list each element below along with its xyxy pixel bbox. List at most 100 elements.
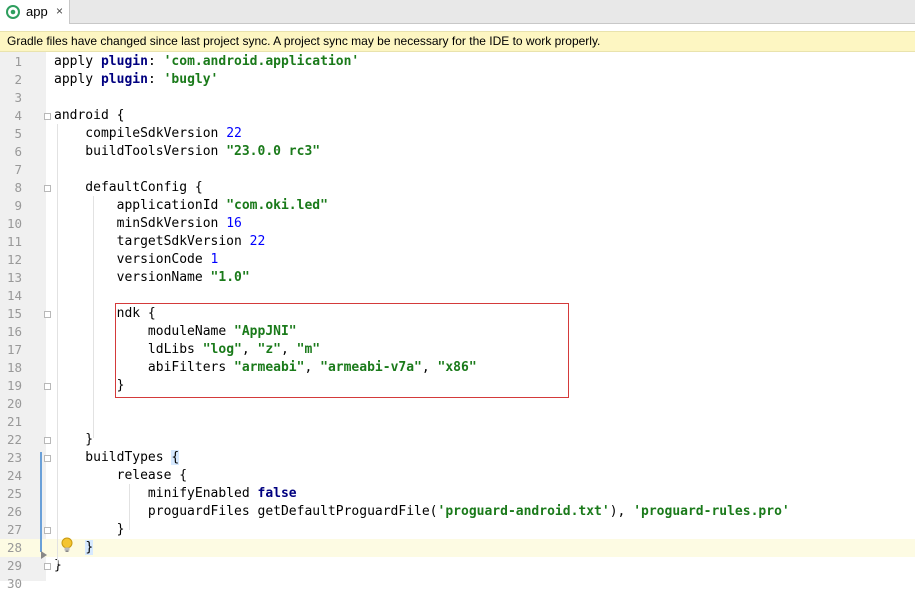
highlight-box (115, 303, 569, 398)
fold-marker-icon[interactable] (44, 527, 51, 534)
token-pre: buildTypes (54, 450, 172, 465)
token-pre: proguardFiles getDefaultProguardFile( (54, 504, 438, 519)
code-text: versionName "1.0" (54, 269, 250, 287)
code-text: minifyEnabled false (54, 485, 297, 503)
code-text: compileSdkVersion 22 (54, 125, 242, 143)
code-line[interactable]: 30 (0, 575, 915, 593)
fold-marker-icon[interactable] (44, 185, 51, 192)
code-text: versionCode 1 (54, 251, 219, 269)
code-line[interactable]: 27 } (0, 521, 915, 539)
tab-app[interactable]: app × (0, 0, 70, 24)
token-num: 16 (226, 216, 242, 231)
code-line[interactable]: 24 release { (0, 467, 915, 485)
token-str: "com.oki.led" (226, 198, 328, 213)
line-number: 9 (14, 198, 22, 213)
code-line[interactable]: 9 applicationId "com.oki.led" (0, 197, 915, 215)
token-num: 22 (226, 126, 242, 141)
line-number: 12 (6, 252, 22, 267)
token-str: 'bugly' (163, 72, 219, 87)
code-line[interactable]: 23 buildTypes { (0, 449, 915, 467)
close-icon[interactable]: × (56, 4, 63, 18)
code-line[interactable]: 10 minSdkVersion 16 (0, 215, 915, 233)
code-text: apply plugin: 'com.android.application' (54, 53, 359, 71)
line-number: 4 (14, 108, 22, 123)
line-number: 3 (14, 90, 22, 105)
token-pre: android { (54, 108, 125, 123)
code-line[interactable]: 5 compileSdkVersion 22 (0, 125, 915, 143)
fold-marker-icon[interactable] (44, 113, 51, 120)
code-text: buildToolsVersion "23.0.0 rc3" (54, 143, 320, 161)
line-number: 20 (6, 396, 22, 411)
code-text: defaultConfig { (54, 179, 203, 197)
code-text: android { (54, 107, 124, 125)
line-number: 26 (6, 504, 22, 519)
token-mid: : (147, 72, 164, 87)
code-line[interactable]: 29} (0, 557, 915, 575)
line-number: 19 (6, 378, 22, 393)
lightbulb-icon[interactable] (61, 537, 73, 553)
line-number: 25 (6, 486, 22, 501)
token-pre: compileSdkVersion (54, 126, 227, 141)
token-kw: plugin (100, 54, 148, 69)
code-line[interactable]: 13 versionName "1.0" (0, 269, 915, 287)
line-number: 18 (6, 360, 22, 375)
line-number: 1 (14, 54, 22, 69)
line-number: 11 (6, 234, 22, 249)
token-str2: 'proguard-rules.pro' (633, 504, 790, 519)
token-pre: } (54, 378, 125, 393)
sync-notification-banner: Gradle files have changed since last pro… (0, 31, 915, 52)
token-pre: targetSdkVersion (54, 234, 250, 249)
gradle-module-icon (6, 5, 20, 19)
indent-guide (93, 196, 94, 438)
token-pre: minifyEnabled (54, 486, 258, 501)
indent-guide (129, 484, 130, 530)
line-number: 15 (6, 306, 22, 321)
token-brace: { (171, 450, 180, 465)
fold-marker-icon[interactable] (44, 563, 51, 570)
token-pre: } (54, 522, 125, 537)
fold-marker-icon[interactable] (44, 311, 51, 318)
code-text: buildTypes { (54, 449, 180, 467)
token-str: "1.0" (210, 270, 250, 285)
line-number: 14 (6, 288, 22, 303)
token-str: "23.0.0 rc3" (226, 144, 321, 159)
fold-marker-icon[interactable] (44, 437, 51, 444)
line-number: 13 (6, 270, 22, 285)
code-line[interactable]: 8 defaultConfig { (0, 179, 915, 197)
line-number: 22 (6, 432, 22, 447)
token-pre: apply (54, 72, 101, 87)
code-line[interactable]: 28 } (0, 539, 915, 557)
token-pre: defaultConfig { (54, 180, 203, 195)
code-line[interactable]: 22 } (0, 431, 915, 449)
token-post1: ), (609, 504, 634, 519)
code-text: } (54, 377, 125, 395)
code-line[interactable]: 26 proguardFiles getDefaultProguardFile(… (0, 503, 915, 521)
code-line[interactable]: 3 (0, 89, 915, 107)
line-number: 10 (6, 216, 22, 231)
token-pre: versionCode (54, 252, 211, 267)
code-text: minSdkVersion 16 (54, 215, 242, 233)
line-number: 17 (6, 342, 22, 357)
line-number: 28 (6, 540, 22, 555)
line-number: 23 (6, 450, 22, 465)
code-line[interactable]: 2 apply plugin: 'bugly' (0, 71, 915, 89)
token-mid: : (147, 54, 164, 69)
breakpoint-arrow-icon (41, 551, 47, 559)
code-line[interactable]: 4 android { (0, 107, 915, 125)
code-line[interactable]: 25 minifyEnabled false (0, 485, 915, 503)
fold-marker-icon[interactable] (44, 455, 51, 462)
line-number: 2 (14, 72, 22, 87)
code-line[interactable]: 1 apply plugin: 'com.android.application' (0, 53, 915, 71)
line-number: 7 (14, 162, 22, 177)
token-num: 22 (249, 234, 266, 249)
code-line[interactable]: 12 versionCode 1 (0, 251, 915, 269)
code-text: apply plugin: 'bugly' (54, 71, 218, 89)
fold-marker-icon[interactable] (44, 383, 51, 390)
token-pre: versionName (54, 270, 211, 285)
code-line[interactable]: 11 targetSdkVersion 22 (0, 233, 915, 251)
code-line[interactable]: 21 (0, 413, 915, 431)
code-text: } (54, 539, 94, 557)
code-line[interactable]: 7 (0, 161, 915, 179)
indent-guide (57, 124, 58, 564)
code-line[interactable]: 6 buildToolsVersion "23.0.0 rc3" (0, 143, 915, 161)
